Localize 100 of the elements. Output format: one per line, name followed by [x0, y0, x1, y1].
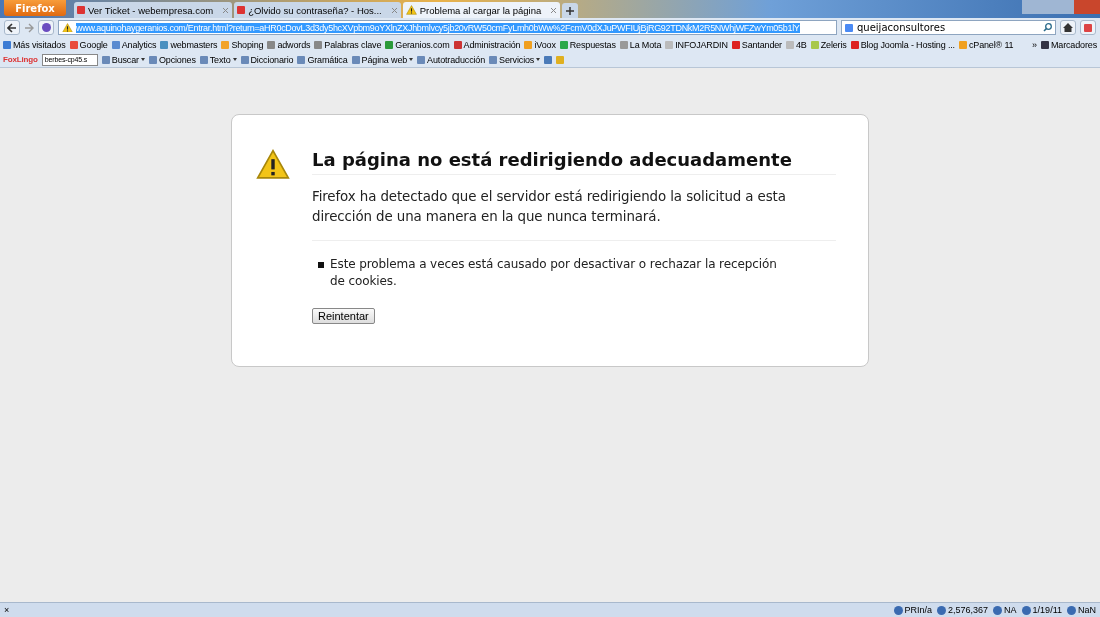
- toolbar-item[interactable]: Diccionario: [240, 54, 294, 65]
- site-icon: [958, 40, 967, 49]
- tool-icon: [240, 55, 249, 64]
- bookmark-label: iVoox: [534, 39, 556, 50]
- plus-icon: [566, 6, 575, 15]
- browser-tab[interactable]: Problema al cargar la página: [402, 2, 561, 18]
- tool-icon: [351, 55, 360, 64]
- tool-icon: [297, 55, 306, 64]
- search-value: queijaconsultores: [857, 22, 947, 33]
- status-text: NaN: [1078, 605, 1096, 615]
- back-button[interactable]: [4, 20, 20, 35]
- toolbar-item[interactable]: Texto: [199, 54, 237, 65]
- bookmarks-menu[interactable]: Marcadores: [1040, 39, 1097, 50]
- close-icon[interactable]: [390, 6, 398, 14]
- site-icon: [524, 40, 533, 49]
- status-item[interactable]: NaN: [1067, 605, 1096, 615]
- site-icon: [160, 40, 169, 49]
- url-text: www.aquinohaygeranios.com/Entrar.html?return=aHR0cDovL3d3dy5hcXVpbm9oYXlnZXJhbmlvcy5jb20vRW50cmFyLmh0bWw%2FcmV0dXJuPWFIUjBjRG92TDNkM2R5NWhjWFZwYm05b1lY: [76, 22, 800, 33]
- site-icon: [619, 40, 628, 49]
- bookmark-label: Zeleris: [820, 39, 847, 50]
- status-text: 2,576,367: [948, 605, 989, 615]
- bookmark-item[interactable]: Analytics: [111, 39, 157, 50]
- more-bookmarks-button[interactable]: »: [1032, 39, 1037, 50]
- toolbar-label: Gramática: [307, 54, 348, 65]
- browser-tab[interactable]: Ver Ticket - webempresa.com: [74, 2, 233, 18]
- bookmark-item[interactable]: La Mota: [619, 39, 662, 50]
- status-item[interactable]: 1/19/11: [1021, 605, 1062, 615]
- bookmark-label: INFOJARDIN: [675, 39, 728, 50]
- bookmark-item[interactable]: Respuestas: [559, 39, 616, 50]
- site-icon: [385, 40, 394, 49]
- toolbar-item[interactable]: Servicios: [489, 54, 541, 65]
- bookmark-item[interactable]: iVoox: [524, 39, 556, 50]
- warning-icon: [256, 149, 290, 180]
- search-field[interactable]: queijaconsultores: [841, 20, 1056, 35]
- close-status-button[interactable]: ×: [4, 605, 10, 615]
- status-item[interactable]: PRIn/a: [893, 605, 933, 615]
- bookmark-item[interactable]: INFOJARDIN: [665, 39, 728, 50]
- bookmark-item[interactable]: Santander: [731, 39, 782, 50]
- bookmark-label: Respuestas: [569, 39, 616, 50]
- bookmark-label: webmasters: [170, 39, 218, 50]
- site-icon: [3, 40, 11, 49]
- toolbar-item[interactable]: Buscar: [101, 54, 145, 65]
- forward-arrow-icon[interactable]: [24, 22, 34, 33]
- bookmarks-menu-label: Marcadores: [1050, 39, 1097, 50]
- bookmark-label: Google: [79, 39, 108, 50]
- bookmark-label: Más visitados: [13, 39, 66, 50]
- bookmark-item[interactable]: 4B: [785, 39, 807, 50]
- bookmark-label: adwords: [277, 39, 311, 50]
- home-button[interactable]: [1060, 20, 1076, 35]
- toolbar-label: Diccionario: [250, 54, 294, 65]
- warning-icon: [62, 22, 73, 33]
- status-icon: [993, 605, 1003, 615]
- error-message: Firefox ha detectado que el servidor está redirigiendo la solicitud a esta dirección de una manera en la que nunca terminará.: [312, 187, 836, 241]
- status-item[interactable]: 2,576,367: [937, 605, 989, 615]
- bookmark-item[interactable]: adwords: [267, 39, 311, 50]
- error-title: La página no está redirigiendo adecuadamente: [312, 149, 836, 175]
- site-icon: [453, 40, 462, 49]
- tool-icon: [489, 55, 498, 64]
- hint-text: Este problema a veces está causado por desactivar o rechazar la recepción de cookies.: [330, 256, 778, 290]
- bookmark-item[interactable]: Geranios.com: [385, 39, 450, 50]
- toolbar-label: Servicios: [499, 54, 535, 65]
- toolbar-label: Texto: [209, 54, 231, 65]
- status-icon: [893, 605, 903, 615]
- back-arrow-icon: [7, 22, 17, 33]
- tab-title: Ver Ticket - webempresa.com: [88, 4, 214, 16]
- bookmark-item[interactable]: Shoping: [221, 39, 264, 50]
- toolbar-label: Opciones: [158, 54, 196, 65]
- retry-button[interactable]: Reintentar: [312, 308, 375, 324]
- tab-title: Problema al cargar la página: [419, 4, 542, 16]
- tool-icon: [417, 55, 426, 64]
- bookmark-label: Santander: [741, 39, 782, 50]
- tool-icon: [101, 55, 110, 64]
- toolbar-item[interactable]: Opciones: [148, 54, 196, 65]
- status-item[interactable]: NA: [993, 605, 1017, 615]
- bookmark-label: 4B: [795, 39, 807, 50]
- bookmark-item[interactable]: webmasters: [160, 39, 218, 50]
- toolbar-item[interactable]: Gramática: [297, 54, 348, 65]
- site-icon: [111, 40, 120, 49]
- foxlingo-logo[interactable]: FoxLingo: [3, 55, 38, 64]
- site-icon: [221, 40, 230, 49]
- site-icon: [77, 6, 85, 14]
- new-tab-button[interactable]: [562, 3, 579, 18]
- site-icon: [810, 40, 819, 49]
- addon-button[interactable]: [38, 20, 54, 35]
- status-text: PRIn/a: [904, 605, 933, 615]
- browser-tab[interactable]: ¿Olvido su contraseña? - Hos...: [234, 2, 401, 18]
- bookmark-item[interactable]: cPanel® 11: [958, 39, 1014, 50]
- site-icon: [559, 40, 568, 49]
- close-icon[interactable]: [222, 6, 230, 14]
- site-icon: [314, 40, 323, 49]
- bookmark-label: Analytics: [121, 39, 157, 50]
- bookmark-item[interactable]: Más visitados: [3, 39, 66, 50]
- bookmark-item[interactable]: Zeleris: [810, 39, 847, 50]
- search-icon[interactable]: [1043, 23, 1052, 32]
- toolbar-label: Buscar: [111, 54, 139, 65]
- site-icon: [850, 40, 859, 49]
- toolbar-item[interactable]: Página web: [351, 54, 414, 65]
- close-icon[interactable]: [550, 6, 558, 14]
- downloads-button[interactable]: [1080, 20, 1096, 35]
- bookmark-item[interactable]: Google: [69, 39, 108, 50]
